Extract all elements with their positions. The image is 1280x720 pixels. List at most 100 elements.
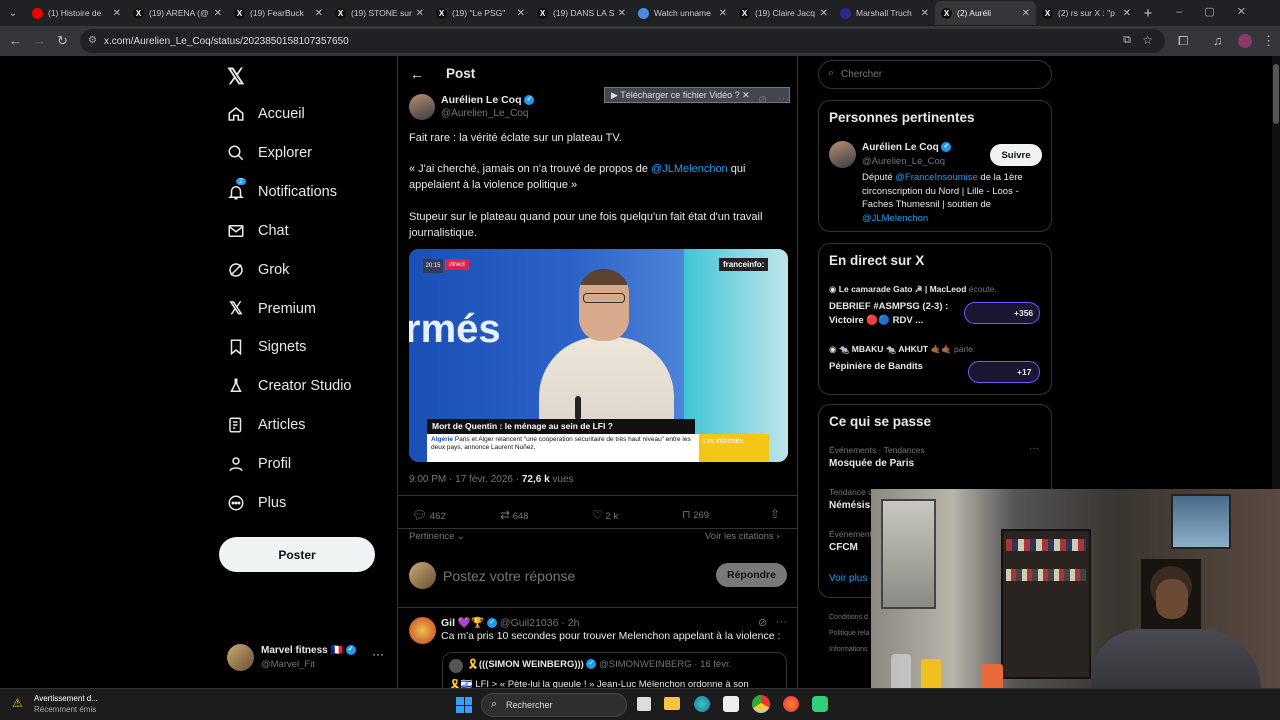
video-player[interactable]: rmés 20:15 direct franceinfo: Mort de Qu… bbox=[409, 249, 788, 462]
browser-tab[interactable]: Watch unname ✕ bbox=[632, 1, 733, 25]
close-tab-icon[interactable]: ✕ bbox=[921, 8, 929, 19]
space-title[interactable]: Pépinière de Bandits bbox=[829, 361, 923, 372]
site-info-icon[interactable]: ⚙ bbox=[88, 35, 97, 46]
forward-arrow-icon[interactable]: → bbox=[33, 33, 46, 48]
space-listeners[interactable]: +17 bbox=[968, 361, 1040, 383]
browser-tab[interactable]: X (19) "Le PSG" ✕ bbox=[430, 1, 531, 25]
reply-stat[interactable]: 💬︎ 462 bbox=[412, 508, 446, 522]
nav-item-signets[interactable]: Signets bbox=[226, 332, 306, 362]
nav-item-accueil[interactable]: Accueil bbox=[226, 99, 305, 129]
like-stat[interactable]: ♡ 2 k bbox=[592, 508, 618, 522]
reply-author[interactable]: Gil 💜🏆 ✓ @Guil21036 · 2h bbox=[441, 616, 579, 629]
more-dots-icon[interactable]: ··· bbox=[372, 647, 384, 661]
browser-tab[interactable]: X (19) STONE sur ✕ bbox=[329, 1, 430, 25]
trend-item[interactable]: Némésis bbox=[829, 500, 870, 511]
back-arrow-icon[interactable]: ← bbox=[9, 33, 22, 48]
account-switcher[interactable]: Marvel fitness 🇫🇷 ✓ @Marvel_Fit ··· bbox=[227, 643, 387, 675]
browser-tab[interactable]: X (2) rs sur X : "p ✕ bbox=[1036, 1, 1137, 25]
browser-tab[interactable]: (1) Histoire de ✕ bbox=[26, 1, 127, 25]
chrome-icon[interactable] bbox=[752, 695, 770, 713]
browser-tab[interactable]: X (19) Claire Jacq ✕ bbox=[733, 1, 834, 25]
browser-tab[interactable]: X (19) FearBuck ✕ bbox=[228, 1, 329, 25]
app-icon[interactable] bbox=[812, 696, 828, 712]
file-explorer-icon[interactable] bbox=[664, 697, 680, 710]
close-tab-icon[interactable]: ✕ bbox=[113, 8, 121, 19]
more-dots-icon[interactable]: ··· bbox=[1029, 443, 1039, 454]
store-icon[interactable] bbox=[723, 696, 739, 712]
nav-item-plus[interactable]: Plus bbox=[226, 488, 286, 518]
author-handle[interactable]: @Aurelien_Le_Coq bbox=[441, 108, 528, 119]
tab-list-dropdown-icon[interactable]: ⌄ bbox=[0, 8, 26, 19]
install-app-icon[interactable]: ⧉ bbox=[1123, 34, 1131, 47]
close-tab-icon[interactable]: ✕ bbox=[315, 8, 323, 19]
bookmark-stat[interactable]: ⊓ 269 bbox=[682, 508, 709, 521]
nav-item-premium[interactable]: 𝕏 Premium bbox=[226, 294, 316, 324]
address-bar[interactable]: ⚙ x.com/Aurelien_Le_Coq/status/202385015… bbox=[80, 29, 1165, 53]
grok-icon[interactable]: ⊘ bbox=[758, 93, 767, 106]
avatar[interactable] bbox=[409, 94, 435, 120]
footer-link[interactable]: Informations bbox=[829, 642, 869, 658]
nav-item-chat[interactable]: Chat bbox=[226, 216, 289, 246]
browser-tab[interactable]: X (19) DANS LA S ✕ bbox=[531, 1, 632, 25]
scrollbar-thumb[interactable] bbox=[1273, 64, 1279, 124]
trend-item[interactable]: CFCM bbox=[829, 542, 858, 553]
nav-item-grok[interactable]: Grok bbox=[226, 255, 289, 285]
share-icon[interactable]: ⇧ bbox=[770, 507, 780, 521]
windows-start-icon[interactable] bbox=[456, 697, 472, 713]
mention-link[interactable]: @FranceInsoumise bbox=[895, 172, 978, 183]
footer-link[interactable]: Conditions d bbox=[829, 610, 869, 626]
browser-tab[interactable]: Marshall Truch ✕ bbox=[834, 1, 935, 25]
trend-item[interactable]: Mosquée de Paris bbox=[829, 458, 914, 469]
x-logo-icon[interactable]: 𝕏 bbox=[227, 64, 245, 90]
browser-menu-icon[interactable]: ⋮ bbox=[1262, 33, 1275, 49]
nav-item-profil[interactable]: Profil bbox=[226, 449, 291, 479]
profile-avatar-icon[interactable] bbox=[1238, 34, 1252, 48]
window-controls[interactable]: –▢✕ bbox=[1176, 5, 1268, 18]
close-tab-icon[interactable]: ✕ bbox=[1022, 8, 1030, 19]
extensions-icon[interactable]: ⧠ bbox=[1178, 33, 1188, 49]
taskbar-search[interactable]: ⌕ Rechercher bbox=[481, 693, 627, 717]
browser-tab[interactable]: X (19) ARENA (@ ✕ bbox=[127, 1, 228, 25]
close-tab-icon[interactable]: ✕ bbox=[820, 8, 828, 19]
mention-link[interactable]: @JLMelenchon bbox=[651, 163, 728, 175]
close-tab-icon[interactable]: ✕ bbox=[416, 8, 424, 19]
close-tab-icon[interactable]: ✕ bbox=[214, 8, 222, 19]
space-listeners[interactable]: +356 bbox=[964, 302, 1040, 324]
reply-button[interactable]: Répondre bbox=[716, 563, 787, 587]
task-view-icon[interactable] bbox=[637, 697, 651, 711]
back-arrow-icon[interactable]: ← bbox=[410, 66, 424, 82]
close-tab-icon[interactable]: ✕ bbox=[618, 8, 626, 19]
show-more-link[interactable]: Voir plus bbox=[829, 573, 867, 584]
reload-icon[interactable]: ↻ bbox=[57, 33, 68, 49]
repost-stat[interactable]: ⇄ 648 bbox=[500, 508, 529, 522]
browser-tab[interactable]: X (2) Auréli ✕ bbox=[935, 1, 1036, 25]
media-controls-icon[interactable]: ♫ bbox=[1213, 33, 1223, 48]
nav-item-notifications[interactable]: 2 Notifications bbox=[226, 177, 337, 207]
more-dots-icon[interactable]: ··· bbox=[776, 616, 787, 628]
more-dots-icon[interactable]: ··· bbox=[778, 93, 789, 105]
space-title[interactable]: DEBRIEF #ASMPSG (2-3) : Victoire 🔴🔵 RDV … bbox=[829, 300, 961, 328]
view-quotes-link[interactable]: Voir les citations › bbox=[705, 531, 779, 542]
edge-icon[interactable] bbox=[694, 696, 710, 712]
firefox-icon[interactable] bbox=[783, 696, 799, 712]
grok-icon[interactable]: ⊘ bbox=[758, 616, 767, 629]
bookmark-star-icon[interactable]: ☆ bbox=[1142, 33, 1153, 47]
nav-item-articles[interactable]: Articles bbox=[226, 410, 306, 440]
avatar[interactable] bbox=[409, 617, 436, 644]
person-name[interactable]: Aurélien Le Coq ✓ bbox=[862, 142, 952, 153]
author-name-row[interactable]: Aurélien Le Coq ✓ bbox=[441, 94, 535, 106]
reply-input[interactable]: Postez votre réponse bbox=[443, 568, 575, 584]
notification-title[interactable]: Avertissement d... bbox=[34, 694, 98, 703]
search-input[interactable]: ⌕ Chercher bbox=[818, 60, 1052, 89]
nav-item-creator-studio[interactable]: Creator Studio bbox=[226, 371, 352, 401]
mention-link[interactable]: @JLMelenchon bbox=[862, 213, 928, 224]
sort-dropdown[interactable]: Pertinence ⌄ bbox=[409, 531, 465, 542]
close-tab-icon[interactable]: ✕ bbox=[1123, 8, 1131, 19]
avatar[interactable] bbox=[829, 141, 856, 168]
post-button[interactable]: Poster bbox=[219, 537, 375, 572]
close-tab-icon[interactable]: ✕ bbox=[517, 8, 525, 19]
nav-item-explorer[interactable]: Explorer bbox=[226, 138, 312, 168]
follow-button[interactable]: Suivre bbox=[990, 144, 1042, 166]
footer-link[interactable]: Politique rela bbox=[829, 626, 869, 642]
close-tab-icon[interactable]: ✕ bbox=[719, 8, 727, 19]
